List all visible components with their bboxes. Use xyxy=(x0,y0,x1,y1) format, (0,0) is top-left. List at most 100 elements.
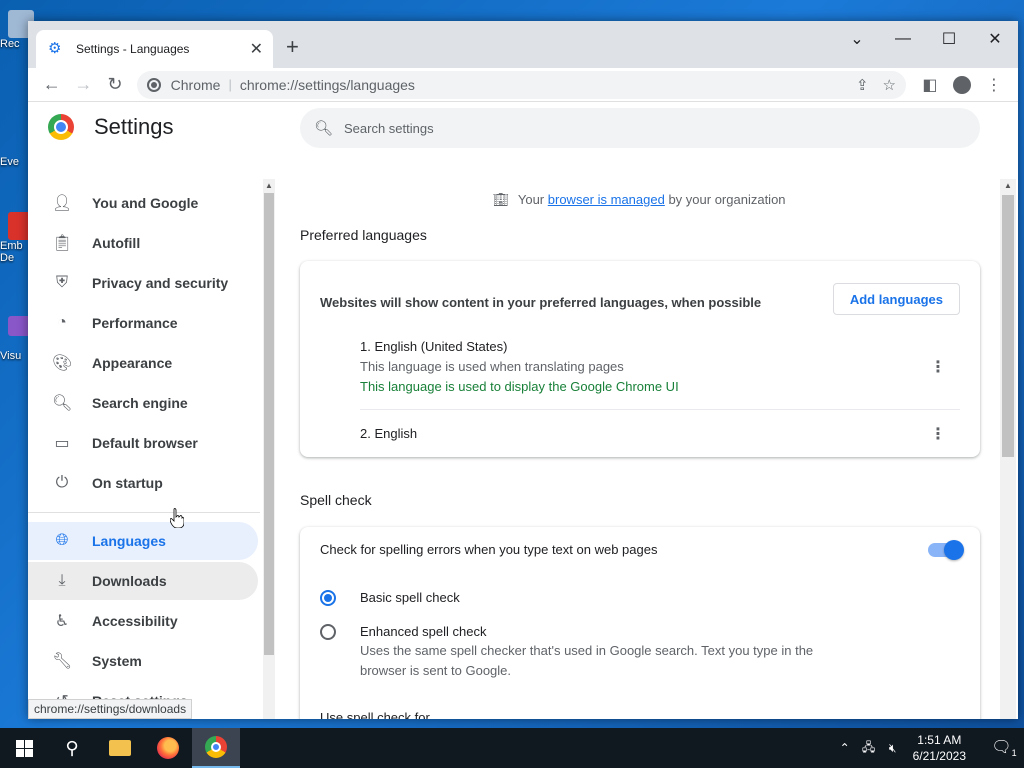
sidebar-item-label: Autofill xyxy=(92,235,141,251)
sidebar-scroll-thumb[interactable] xyxy=(264,193,274,655)
spell-check-toggle-label: Check for spelling errors when you type … xyxy=(320,542,658,557)
clock-time: 1:51 AM xyxy=(917,733,962,747)
sidebar-item-on-startup[interactable]: ⏻ On startup xyxy=(28,464,258,502)
url-text[interactable]: chrome://settings/languages xyxy=(240,77,842,93)
new-tab-button[interactable]: + xyxy=(286,34,299,60)
reload-button[interactable]: ↻ xyxy=(99,71,131,99)
scroll-up-arrow[interactable]: ▲ xyxy=(1004,181,1012,190)
power-icon: ⏻ xyxy=(55,474,69,491)
sidebar-item-search-engine[interactable]: 🔍︎ Search engine xyxy=(28,384,258,422)
language-divider xyxy=(360,409,960,410)
search-settings-input[interactable]: 🔍︎ Search settings xyxy=(300,108,980,148)
sidebar-scrollbar[interactable]: ▲ ▼ xyxy=(263,179,275,719)
palette-icon: 🎨︎ xyxy=(52,355,73,372)
spell-check-card: Check for spelling errors when you type … xyxy=(300,527,980,719)
settings-page: Settings 🔍︎ Search settings 👤︎ You and G… xyxy=(28,102,1018,719)
omnibox-separator: | xyxy=(228,77,232,92)
sidebar-item-system[interactable]: 🔧︎ System xyxy=(28,642,258,680)
hand-cursor-icon xyxy=(170,508,184,528)
close-window-button[interactable]: ✕ xyxy=(972,25,1018,53)
search-button[interactable]: ⚲ xyxy=(48,728,96,768)
sidebar-item-languages[interactable]: 🌐︎ Languages xyxy=(28,522,258,560)
sidebar-divider xyxy=(28,512,260,513)
managed-link[interactable]: browser is managed xyxy=(548,192,665,207)
chrome-taskbar-button[interactable] xyxy=(192,728,240,768)
sidebar-item-autofill[interactable]: 📋︎ Autofill xyxy=(28,224,258,262)
tray-chevron-up-icon[interactable]: ⌃ xyxy=(833,741,857,755)
side-panel-icon[interactable]: ◧ xyxy=(914,71,946,99)
managed-prefix: Your xyxy=(517,192,545,207)
more-menu-icon[interactable]: ⋮ xyxy=(978,71,1010,99)
profile-avatar[interactable] xyxy=(952,75,971,94)
address-bar[interactable]: Chrome | chrome://settings/languages ⇪ ☆ xyxy=(136,70,906,99)
scroll-up-arrow[interactable]: ▲ xyxy=(265,181,273,190)
clock[interactable]: 1:51 AM 6/21/2023 xyxy=(913,732,966,764)
language-more-actions-icon[interactable]: ⋮ xyxy=(930,357,946,377)
back-button[interactable]: ← xyxy=(36,71,68,99)
sidebar-item-label: System xyxy=(92,653,142,669)
managed-notice: 🏢︎ Your browser is managed by your organ… xyxy=(278,192,1000,208)
chrome-site-icon[interactable] xyxy=(146,77,161,92)
language-item-name: 2. English xyxy=(360,426,418,441)
notification-center-icon[interactable]: 🗨︎1 xyxy=(984,737,1024,758)
firefox-button[interactable] xyxy=(144,728,192,768)
sidebar-item-privacy[interactable]: ⛨ Privacy and security xyxy=(28,264,258,302)
network-icon[interactable]: 🖧︎ xyxy=(857,738,881,759)
desktop-icon-shortcut[interactable]: Eve xyxy=(0,140,28,168)
sidebar-item-you-and-google[interactable]: 👤︎ You and Google xyxy=(28,184,258,222)
file-explorer-button[interactable] xyxy=(96,728,144,768)
sidebar-item-default-browser[interactable]: ▭ Default browser xyxy=(28,424,258,462)
search-icon: 🔍︎ xyxy=(314,120,334,137)
main-scrollbar[interactable]: ▲ ▼ xyxy=(1000,179,1016,719)
sidebar-item-label: Privacy and security xyxy=(92,275,229,291)
sidebar-item-performance[interactable]: ◔ Performance xyxy=(28,304,258,342)
search-icon: 🔍︎ xyxy=(52,395,73,412)
shield-icon: ⛨ xyxy=(55,274,68,291)
building-icon: 🏢︎ xyxy=(492,192,509,207)
volume-muted-icon[interactable]: 🔇︎ xyxy=(881,741,905,756)
desktop-icon-recycle-bin[interactable]: Rec xyxy=(0,10,34,50)
firefox-icon xyxy=(157,737,179,759)
main-scroll-thumb[interactable] xyxy=(1002,195,1014,457)
sidebar-item-label: Appearance xyxy=(92,355,173,371)
enhanced-spell-check-radio[interactable] xyxy=(320,624,336,640)
desktop-icon-label: Eve xyxy=(0,156,19,168)
tab-search-chevron-icon[interactable]: ⌄ xyxy=(834,25,880,53)
language-item-name: 1. English (United States) xyxy=(360,339,508,354)
start-button[interactable] xyxy=(0,728,48,768)
settings-sidebar: 👤︎ You and Google 📋︎ Autofill ⛨ Privacy … xyxy=(28,162,260,719)
spell-check-toggle[interactable] xyxy=(928,540,964,560)
language-translate-note: This language is used when translating p… xyxy=(360,359,624,374)
forward-button[interactable]: → xyxy=(68,71,100,99)
desktop-icon-shortcut[interactable]: Visu xyxy=(0,316,34,362)
tab-settings-languages[interactable]: ⚙ Settings - Languages ✕ xyxy=(36,30,273,68)
system-tray: ⌃ 🖧︎ 🔇︎ 1:51 AM 6/21/2023 🗨︎1 xyxy=(833,728,1024,768)
minimize-button[interactable]: — xyxy=(880,25,926,53)
site-name: Chrome xyxy=(170,76,221,93)
use-spell-check-for-label: Use spell check for xyxy=(320,710,430,719)
language-more-actions-icon[interactable]: ⋮ xyxy=(930,424,946,444)
sidebar-item-label: Default browser xyxy=(92,435,198,451)
person-icon: 👤︎ xyxy=(52,195,73,212)
share-icon[interactable]: ⇪ xyxy=(856,76,869,94)
close-tab-icon[interactable]: ✕ xyxy=(250,39,263,59)
speedometer-icon: ◔ xyxy=(57,314,67,331)
basic-spell-check-label[interactable]: Basic spell check xyxy=(360,590,460,605)
globe-icon: 🌐︎ xyxy=(55,532,69,549)
sidebar-item-label: You and Google xyxy=(92,195,199,211)
browser-toolbar: ← → ↻ Chrome | chrome://settings/languag… xyxy=(28,68,1018,102)
enhanced-spell-check-description: Uses the same spell checker that's used … xyxy=(360,643,814,678)
enhanced-spell-check-label[interactable]: Enhanced spell check xyxy=(360,624,486,639)
settings-header: Settings xyxy=(48,114,174,140)
sidebar-item-downloads[interactable]: ⤓ Downloads xyxy=(28,562,258,600)
maximize-button[interactable]: ☐ xyxy=(926,25,972,53)
basic-spell-check-radio[interactable] xyxy=(320,590,336,606)
bookmark-star-icon[interactable]: ☆ xyxy=(883,76,896,94)
windows-taskbar: ⚲ ⌃ 🖧︎ 🔇︎ 1:51 AM 6/21/2023 🗨︎1 xyxy=(0,728,1024,768)
desktop-icon-shortcut[interactable]: Emb De xyxy=(0,212,34,264)
chrome-icon xyxy=(205,736,227,758)
sidebar-item-appearance[interactable]: 🎨︎ Appearance xyxy=(28,344,258,382)
sidebar-item-accessibility[interactable]: ♿︎ Accessibility xyxy=(28,602,258,640)
add-languages-button[interactable]: Add languages xyxy=(832,283,960,315)
gear-icon: ⚙ xyxy=(48,40,62,57)
